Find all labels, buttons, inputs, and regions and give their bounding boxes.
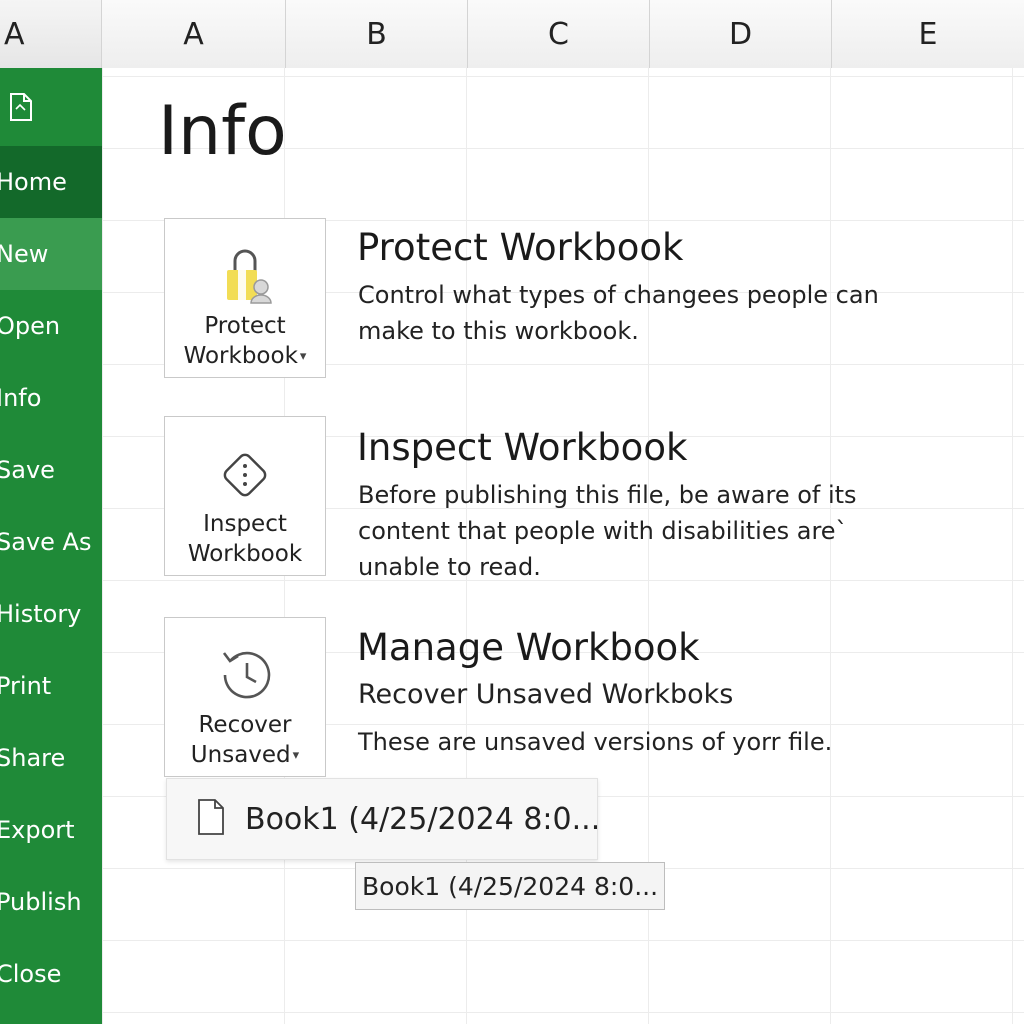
sidebar-item-home[interactable]: Home [0,146,102,218]
inspect-desc-line2: content that people with disabilities ar… [358,517,848,545]
inspect-button-line1: Inspect [203,511,287,537]
inspect-diamond-icon [223,453,267,497]
history-clock-icon [222,651,271,699]
file-tooltip: Book1 (4/25/2024 8:0... [355,862,666,910]
sidebar-item-open[interactable]: Open [0,290,102,362]
excel-backstage: A A B C D E Home New Open Info Save Save… [0,0,1024,1024]
manage-title: Manage Workbook [357,626,700,669]
sidebar-item-publish[interactable]: Publish [0,866,102,938]
sidebar-item-share[interactable]: Share [0,722,102,794]
inspect-description: Before publishing this file, be aware of… [358,477,918,585]
column-header-d[interactable]: D [650,0,832,68]
column-header-c[interactable]: C [468,0,650,68]
protect-button-line2: Workbook [183,343,298,369]
inspect-desc-line1: Before publishing this file, be aware of… [358,481,857,509]
column-header-b[interactable]: B [286,0,468,68]
sidebar-item-info[interactable]: Info [0,362,102,434]
recover-button-line2-wrap: Unsaved ▾ [191,740,299,771]
column-header-e[interactable]: E [832,0,1024,68]
recover-icon-wrap [214,618,276,710]
inspect-workbook-button[interactable]: Inspect Workbook [164,416,326,576]
unsaved-file-item[interactable]: Book1 (4/25/2024 8:0... [166,778,601,860]
column-header-bar: A A B C D E [0,0,1024,69]
protect-button-line2-wrap: Workbook ▾ [184,341,307,372]
protect-desc-line1: Control what types of changees people ca… [358,281,879,309]
inspect-button-line2: Workbook [187,541,303,567]
recover-button-line1: Recover [198,712,292,738]
manage-description: These are unsaved versions of yorr file. [358,728,833,756]
sidebar-item-save-as[interactable]: Save As [0,506,102,578]
page-title: Info [158,92,287,171]
protect-desc-line2: make to this workbook. [358,317,639,345]
inspect-title: Inspect Workbook [357,426,688,469]
protect-description: Control what types of changees people ca… [358,277,918,349]
sidebar-item-close[interactable]: Close [0,938,102,1010]
lock-icon [227,249,272,304]
recover-button-line2: Unsaved [190,742,291,768]
protect-title: Protect Workbook [357,226,684,269]
sidebar-item-save[interactable]: Save [0,434,102,506]
column-header-a[interactable]: A [102,0,286,68]
backstage-sidebar: Home New Open Info Save Save As History … [0,68,102,1024]
sidebar-file-button[interactable] [0,68,102,146]
document-icon [197,798,225,840]
sidebar-item-new[interactable]: New [0,218,102,290]
sidebar-item-export[interactable]: Export [0,794,102,866]
protect-button-line1: Protect [204,313,286,339]
recover-unsaved-button[interactable]: Recover Unsaved ▾ [164,617,326,777]
sidebar-item-print[interactable]: Print [0,650,102,722]
unsaved-file-name: Book1 (4/25/2024 8:0... [245,801,601,837]
inspect-desc-line3: unable to read. [358,553,541,581]
chevron-down-icon: ▾ [292,747,300,763]
column-header-corner[interactable]: A [0,0,102,68]
chevron-down-icon: ▾ [299,348,307,364]
file-icon [10,93,32,121]
manage-subtitle: Recover Unsaved Workboks [358,679,734,710]
inspect-icon-wrap [215,417,275,509]
sidebar-item-history[interactable]: History [0,578,102,650]
protect-icon-wrap [213,219,277,311]
protect-workbook-button[interactable]: Protect Workbook ▾ [164,218,326,378]
